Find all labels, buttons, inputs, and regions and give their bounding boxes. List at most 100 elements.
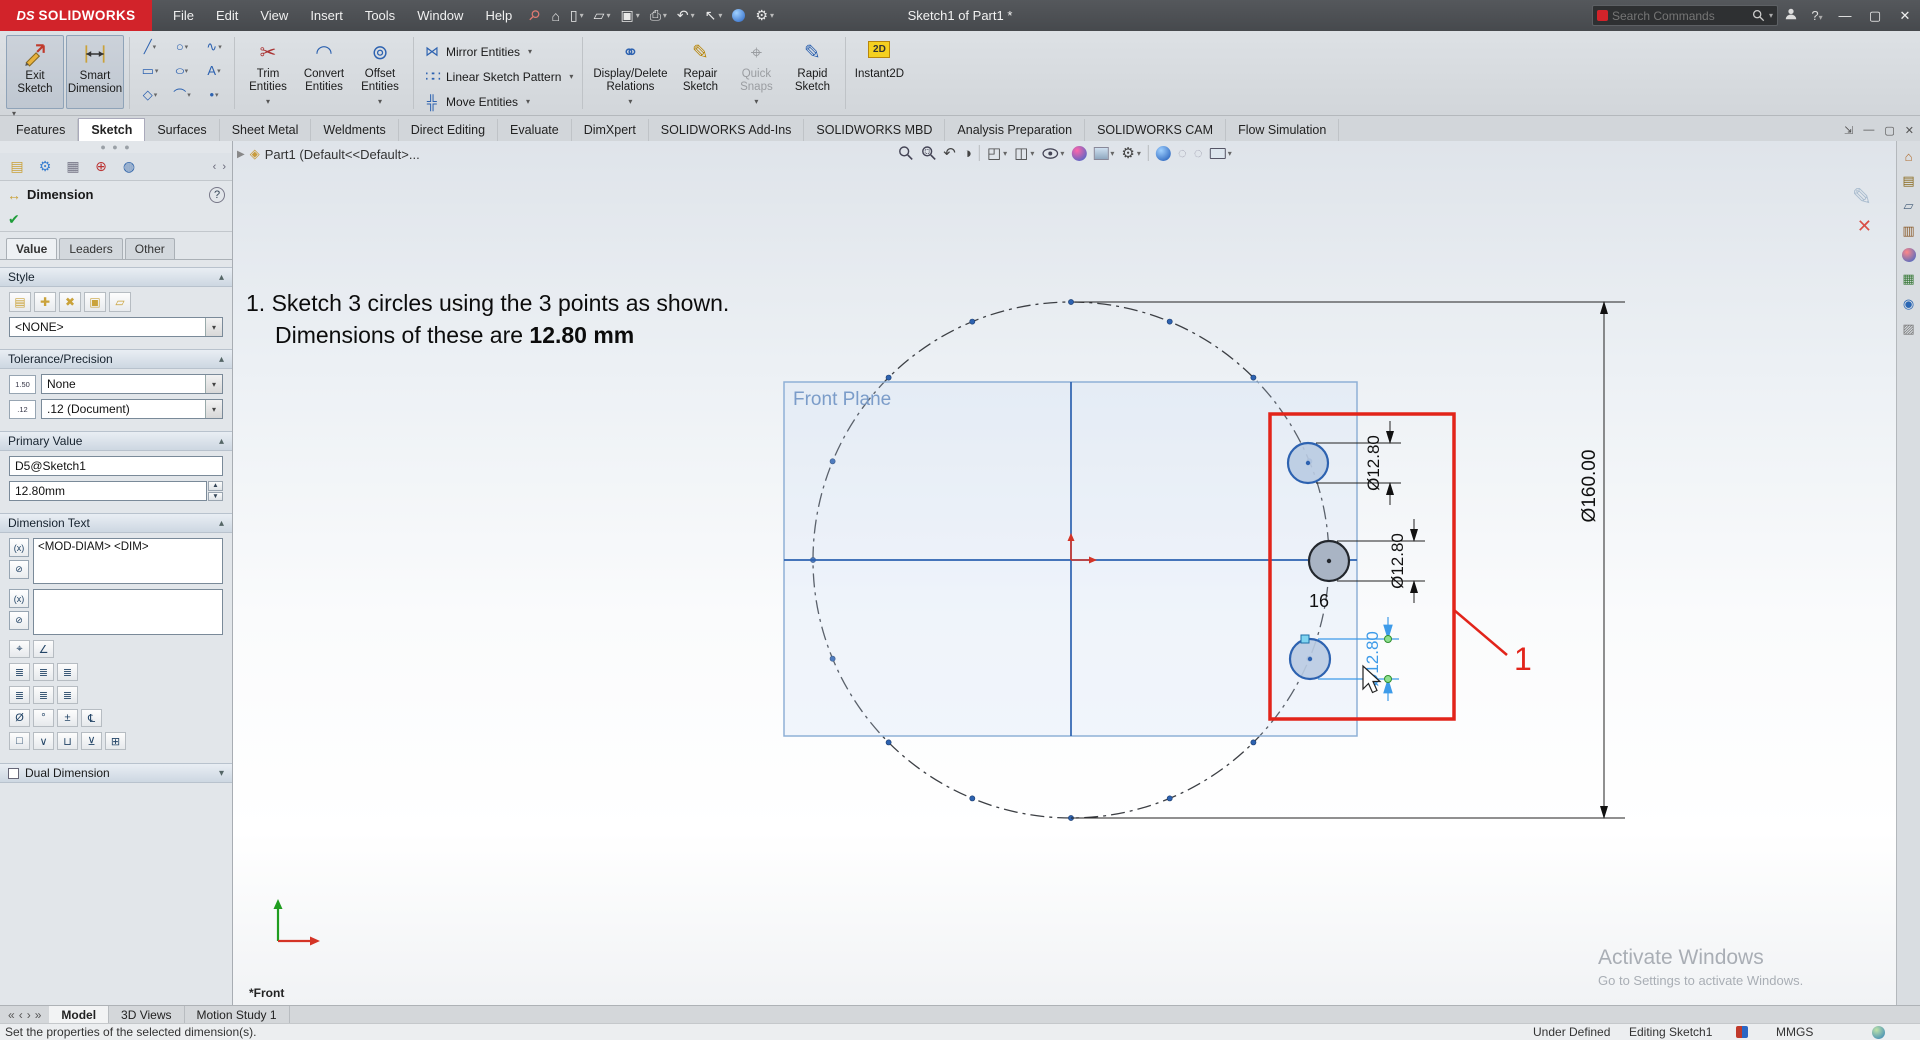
dimension-name-field[interactable] [9, 456, 223, 476]
add-style-button[interactable]: ✚ [34, 292, 56, 312]
tab-features[interactable]: Features [4, 119, 79, 141]
style-section-header[interactable]: Style [0, 267, 232, 287]
display-delete-relations-button[interactable]: ⚭ Display/Delete Relations [588, 35, 672, 109]
front-plane-label[interactable]: Front Plane [793, 389, 891, 410]
trim-entities-button[interactable]: ✂ Trim Entities [240, 35, 296, 109]
diameter-symbol-button[interactable]: Ø [9, 709, 30, 727]
plusminus-symbol-button[interactable]: ± [57, 709, 78, 727]
tab-solidworks-mbd[interactable]: SOLIDWORKS MBD [804, 119, 946, 141]
more-symbols-button[interactable]: ⊞ [105, 732, 126, 750]
style-dropdown-caret[interactable]: ▾ [205, 318, 222, 336]
dual-dimension-checkbox[interactable] [8, 767, 19, 779]
spin-down-icon[interactable]: ▼ [208, 491, 223, 501]
render-state-1-button[interactable]: ◌ [1178, 145, 1187, 162]
breadcrumb-text[interactable]: Part1 (Default<<Default>... [265, 147, 420, 162]
outer-dimension-text[interactable]: Ø160.00 [1579, 450, 1600, 523]
tab-solidworks-add-ins[interactable]: SOLIDWORKS Add-Ins [649, 119, 805, 141]
dimension-handle-bottom[interactable] [1384, 675, 1392, 683]
circle-top-center-point[interactable] [1305, 460, 1311, 466]
tab-flow-simulation[interactable]: Flow Simulation [1226, 119, 1340, 141]
precision-caret[interactable]: ▾ [205, 400, 222, 418]
propertymanager-tab-icon[interactable]: ⚙ [34, 158, 56, 175]
edit-appearance-button[interactable] [1071, 145, 1087, 161]
diameter-token-icon-2[interactable]: ⊘ [9, 611, 29, 630]
tab-weldments[interactable]: Weldments [311, 119, 399, 141]
search-scope-caret[interactable]: ▾ [1769, 11, 1773, 20]
middle-circle-dimension-text[interactable]: Ø12.80 [1388, 533, 1407, 589]
tab-leaders[interactable]: Leaders [59, 238, 123, 259]
spline-tool-button[interactable]: ∿ [199, 35, 229, 58]
undo-button[interactable]: ↶ ▾ [673, 5, 699, 26]
exit-sketch-button[interactable]: Exit Sketch [6, 35, 64, 109]
minimize-button[interactable]: — [1830, 0, 1860, 31]
panel-prev-icon[interactable]: ‹ [213, 161, 217, 173]
dimension-text-section-header[interactable]: Dimension Text [0, 513, 232, 533]
panel-help-icon[interactable]: ? [209, 186, 225, 203]
section-view-button[interactable]: ◑ [963, 145, 972, 162]
doc-restore-icon[interactable]: ▢ [1884, 124, 1894, 137]
preview-window-button[interactable]: ▾ [1209, 147, 1232, 159]
doc-close-icon[interactable]: ✕ [1905, 124, 1914, 137]
primary-value-section-header[interactable]: Primary Value [0, 431, 232, 451]
scene-tab-icon[interactable]: ▨ [1902, 321, 1914, 337]
graphics-area[interactable]: ▶ ◈ Part1 (Default<<Default>... ↶ ◑ ◰ ▾ ◫… [233, 141, 1896, 1005]
justify-top-button[interactable]: ≣ [9, 686, 30, 704]
dimension-value-field[interactable] [9, 481, 207, 501]
rebuild-button[interactable] [728, 7, 749, 24]
square-symbol-button[interactable]: □ [9, 732, 30, 750]
point-tool-button[interactable]: • [199, 83, 229, 106]
open-button[interactable]: ▱ ▾ [590, 5, 615, 26]
circle-middle-center-point[interactable] [1326, 558, 1332, 564]
tab-other[interactable]: Other [124, 238, 175, 259]
center-dimension-button[interactable]: ⌖ [9, 640, 30, 658]
delete-style-button[interactable]: ✖ [59, 292, 81, 312]
justify-left-button[interactable]: ≣ [9, 663, 30, 681]
home-button[interactable]: ⌂ [547, 6, 563, 26]
forum-icon[interactable]: ◉ [1903, 296, 1914, 312]
custom-properties-icon[interactable]: ▦ [1902, 271, 1914, 287]
spin-up-icon[interactable]: ▲ [208, 481, 223, 491]
view-palette-icon[interactable]: ▥ [1902, 223, 1914, 239]
value-spinner[interactable]: ▲ ▼ [208, 481, 223, 501]
options-button[interactable]: ⚙ ▾ [751, 5, 778, 26]
convert-entities-button[interactable]: ◠ Convert Entities [296, 35, 352, 109]
login-button[interactable] [1778, 7, 1804, 24]
cancel-sketch-icon[interactable]: ✕ [1857, 216, 1872, 237]
tab-evaluate[interactable]: Evaluate [498, 119, 572, 141]
file-explorer-icon[interactable]: ▱ [1904, 198, 1914, 214]
arc-tool-button[interactable]: ⌒ [167, 83, 197, 106]
tab-3d-views[interactable]: 3D Views [109, 1006, 185, 1023]
status-globe-icon[interactable] [1872, 1026, 1885, 1039]
print-button[interactable]: ⎙ ▾ [646, 5, 671, 26]
zoom-to-area-button[interactable] [920, 145, 936, 161]
justify-right-button[interactable]: ≣ [57, 663, 78, 681]
tab-dimxpert[interactable]: DimXpert [572, 119, 649, 141]
tree-expand-icon[interactable]: ▶ [237, 149, 245, 160]
new-document-button[interactable]: ▯ ▾ [566, 5, 588, 26]
tab-sketch[interactable]: Sketch [78, 118, 146, 141]
style-dropdown[interactable]: <NONE> ▾ [9, 317, 223, 337]
rapid-sketch-button[interactable]: ✎ Rapid Sketch [784, 35, 840, 109]
diameter-token-icon[interactable]: ⊘ [9, 560, 29, 579]
precision-dropdown[interactable]: .12 (Document) ▾ [41, 399, 223, 419]
degree-symbol-button[interactable]: ° [33, 709, 54, 727]
dimension-value-token-icon[interactable]: (x) [9, 538, 29, 557]
tab-model[interactable]: Model [49, 1006, 110, 1023]
tab-direct-editing[interactable]: Direct Editing [399, 119, 499, 141]
select-button[interactable]: ↖ ▾ [701, 5, 727, 26]
circle-bottom-center-point[interactable] [1307, 656, 1313, 662]
panel-grip[interactable]: ● ● ● [0, 141, 232, 153]
confirm-sketch-icon[interactable]: ✎ [1852, 183, 1872, 212]
panel-next-icon[interactable]: › [222, 161, 226, 173]
centerline-symbol-button[interactable]: ℄ [81, 709, 102, 727]
menu-insert[interactable]: Insert [301, 4, 352, 27]
menu-file[interactable]: File [164, 4, 203, 27]
ok-check-icon[interactable]: ✔ [8, 211, 20, 228]
menu-view[interactable]: View [251, 4, 297, 27]
save-button[interactable]: ▣ ▾ [616, 5, 643, 26]
move-entities-button[interactable]: ╬ Move Entities [419, 91, 577, 112]
menu-edit[interactable]: Edit [207, 4, 247, 27]
task-home-icon[interactable]: ⌂ [1905, 149, 1913, 164]
units-label[interactable]: MMGS [1776, 1025, 1813, 1039]
search-input[interactable] [1612, 8, 1748, 23]
